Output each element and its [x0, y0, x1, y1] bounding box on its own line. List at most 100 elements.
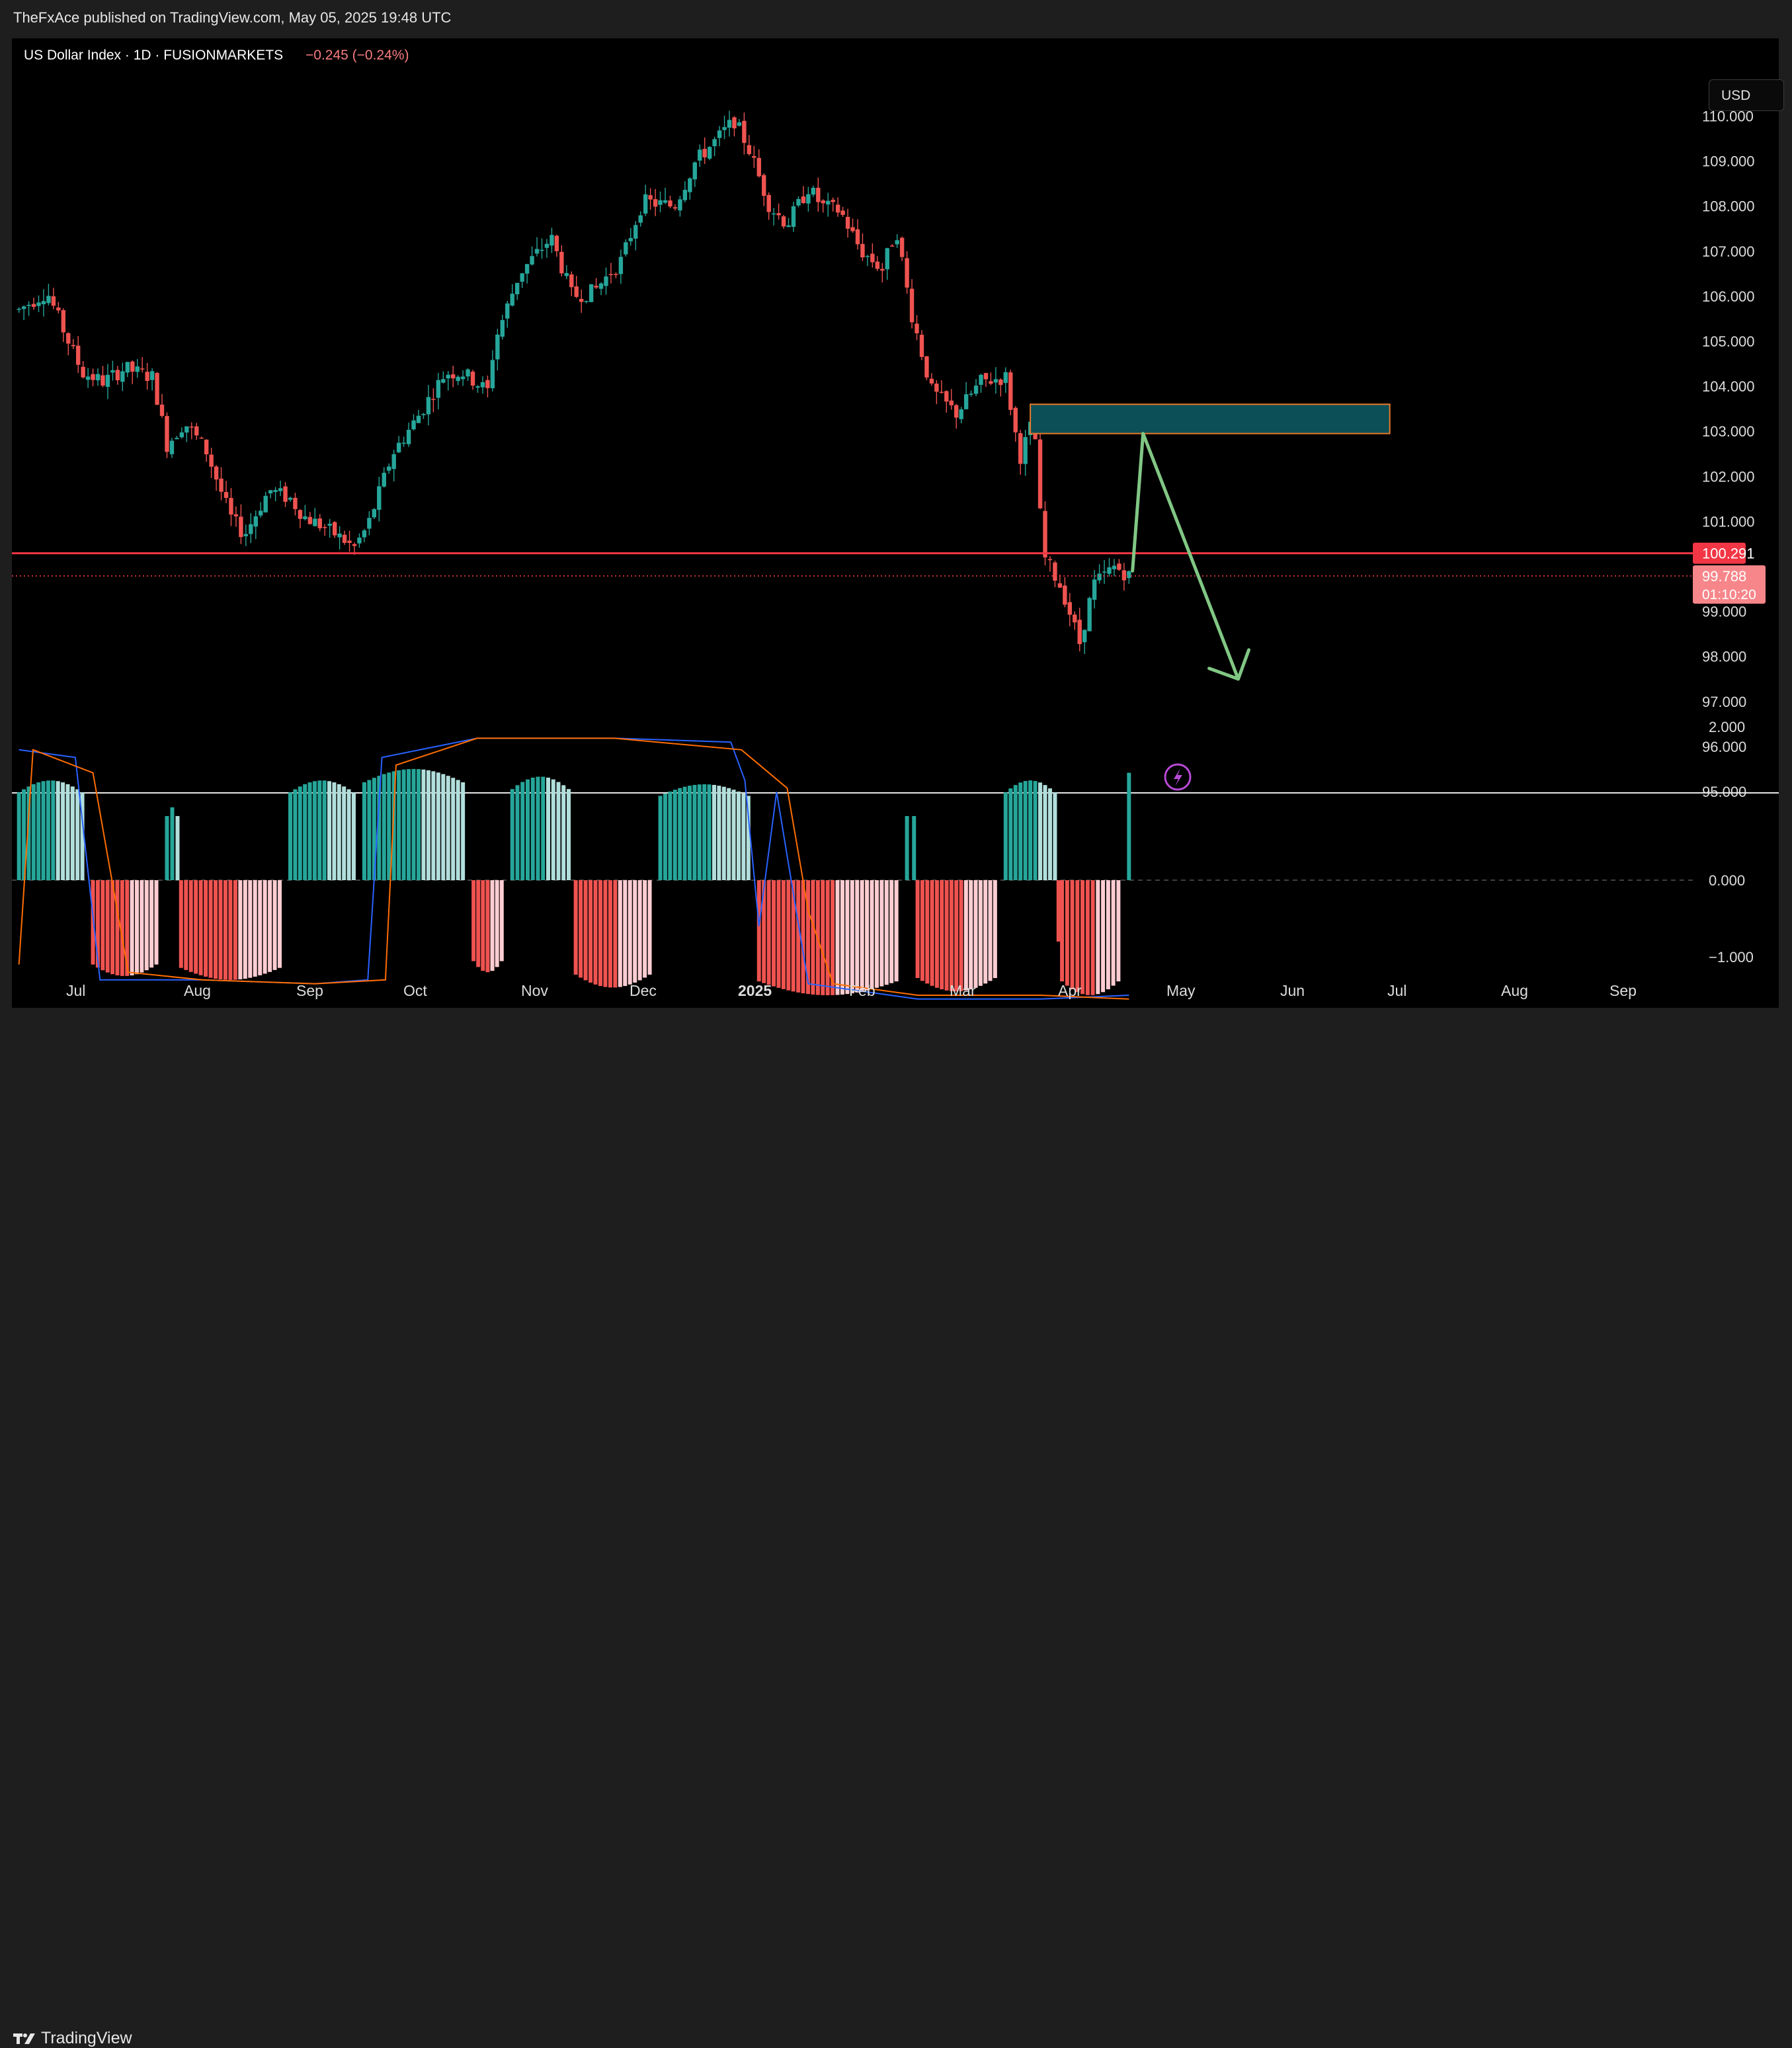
price-tick-label: 103.000	[1702, 423, 1755, 440]
candle-body	[263, 495, 268, 512]
projection-line[interactable]	[1131, 432, 1241, 681]
candle-body	[421, 413, 426, 415]
time-tick-label: Sep	[1609, 982, 1637, 999]
chart-frame[interactable]: US Dollar Index · 1D · FUSIONMARKETS −0.…	[12, 38, 1784, 1008]
candle-body	[229, 497, 233, 515]
candle-body	[604, 276, 608, 286]
candle-body	[663, 200, 668, 203]
histogram-bar	[1033, 780, 1038, 880]
candle-body	[500, 319, 505, 337]
candle-body	[406, 429, 411, 444]
price-axis[interactable]: 110.000109.000108.000107.000106.000105.0…	[1693, 108, 1766, 801]
candle-body	[860, 243, 865, 258]
candle-body	[934, 384, 939, 392]
histogram-bar	[298, 786, 302, 880]
candle-body	[821, 200, 825, 204]
candle-body	[451, 374, 456, 379]
histogram-bar	[925, 880, 930, 984]
candle-body	[1117, 563, 1121, 570]
candle-body	[550, 235, 554, 246]
histogram-bar	[194, 880, 198, 974]
histogram-bar	[870, 880, 874, 989]
candle-body	[969, 393, 973, 395]
histogram-bar	[401, 769, 406, 880]
candle-body	[727, 120, 732, 128]
candle-body	[939, 391, 944, 393]
histogram-bar	[253, 880, 257, 977]
candle-body	[347, 540, 352, 543]
histogram-bar	[367, 780, 372, 880]
candle-body	[624, 242, 628, 255]
histogram-bar	[485, 880, 490, 973]
oscillator-tick-label: 2.000	[1709, 719, 1745, 735]
histogram-bar	[608, 880, 612, 988]
candle-body	[140, 368, 145, 370]
candle-body	[633, 225, 638, 239]
candle-body	[554, 235, 559, 251]
price-tick-label: 97.000	[1702, 694, 1746, 710]
histogram-bar	[1116, 880, 1121, 982]
histogram-bar	[721, 786, 726, 880]
candle-body	[441, 379, 446, 383]
candle-body	[184, 426, 189, 433]
candle-body	[1008, 372, 1013, 410]
candle-body	[756, 157, 761, 177]
candle-body	[998, 379, 1003, 386]
candle-body	[189, 427, 194, 428]
tradingview-logo[interactable]: TradingView	[13, 2029, 132, 2048]
candle-body	[989, 381, 993, 384]
candle-body	[653, 199, 658, 207]
histogram-bar	[546, 777, 550, 880]
chart-canvas[interactable]: US Dollar Index · 1D · FUSIONMARKETS −0.…	[12, 38, 1779, 1008]
histogram-bar	[397, 770, 401, 880]
histogram-bar	[41, 781, 46, 880]
histogram-bar	[658, 796, 663, 880]
supply-zone-rect[interactable]	[1030, 403, 1391, 434]
candle-body	[135, 366, 140, 372]
candle-body	[110, 370, 115, 373]
candle-body	[510, 294, 514, 306]
histogram-bar	[1060, 880, 1065, 982]
candle-body	[524, 264, 530, 274]
candle-body	[1023, 436, 1028, 464]
histogram-bar	[663, 794, 667, 880]
histogram-bar	[451, 778, 456, 880]
candle-body	[1097, 573, 1102, 581]
histogram-bar	[515, 785, 520, 880]
candle-body	[885, 248, 889, 270]
histogram-bar	[56, 781, 60, 880]
candle-body	[643, 194, 648, 214]
histogram-bar	[293, 789, 298, 880]
candle-body	[707, 147, 712, 159]
supply-zone-group[interactable]	[1030, 403, 1391, 434]
candle-body	[249, 524, 253, 534]
candle-body	[1102, 571, 1107, 573]
candle-body	[628, 237, 633, 241]
alert-lightning-icon[interactable]	[1164, 763, 1192, 791]
candle-body	[456, 376, 460, 382]
histogram-bar	[973, 880, 978, 988]
candle-body	[41, 301, 46, 305]
histogram-bar	[204, 880, 208, 977]
currency-button[interactable]: USD	[1709, 79, 1784, 111]
histogram-bar	[949, 880, 954, 991]
histogram-bar	[579, 880, 583, 978]
candlestick-series	[17, 110, 1131, 655]
horizontal-level-group[interactable]	[12, 552, 1693, 577]
histogram-bar	[983, 880, 988, 984]
candle-body	[475, 386, 480, 388]
candle-body	[165, 416, 169, 452]
candle-body	[17, 308, 21, 310]
histogram-bar	[263, 880, 267, 974]
projection-arrow-group[interactable]	[1131, 432, 1251, 681]
candle-body	[979, 374, 983, 385]
histogram-bar	[741, 794, 746, 880]
candle-body	[579, 299, 584, 302]
candle-body	[387, 466, 391, 471]
candle-body	[796, 198, 801, 206]
candle-body	[470, 371, 475, 386]
histogram-bar	[845, 880, 850, 995]
histogram-bar	[786, 880, 791, 991]
price-tick-label: 95.000	[1702, 784, 1746, 800]
time-axis[interactable]: Jul Aug Sep Oct Nov Dec 2025 Feb Mar Apr May Jun Jul…	[66, 982, 1637, 999]
